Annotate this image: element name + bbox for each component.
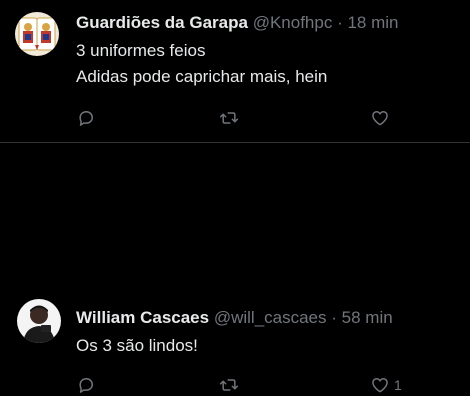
display-name[interactable]: Guardiões da Garapa bbox=[76, 13, 248, 32]
tweet[interactable]: William Cascaes @will_cascaes · 58 min O… bbox=[0, 143, 470, 393]
reply-button[interactable] bbox=[76, 107, 96, 129]
timestamp[interactable]: 18 min bbox=[347, 13, 398, 32]
tweet-text-line: 3 uniformes feios bbox=[76, 41, 206, 60]
tweet-text: Os 3 são lindos! bbox=[76, 333, 460, 359]
reply-button[interactable] bbox=[76, 374, 96, 396]
avatar[interactable] bbox=[17, 299, 61, 343]
reply-icon bbox=[79, 111, 93, 126]
user-handle[interactable]: @will_cascaes bbox=[214, 308, 327, 327]
retweet-button[interactable] bbox=[219, 107, 239, 129]
separator-dot: · bbox=[337, 13, 343, 32]
like-button[interactable]: 1 bbox=[370, 374, 402, 396]
tweet-actions bbox=[76, 107, 470, 129]
like-count: 1 bbox=[394, 377, 402, 393]
reply-icon bbox=[79, 378, 93, 393]
tweet[interactable]: Guardiões da Garapa @Knofhpc · 18 min 3 … bbox=[0, 0, 470, 143]
tweet-text-line: Adidas pode caprichar mais, hein bbox=[76, 67, 328, 86]
heart-icon bbox=[372, 111, 388, 126]
user-handle[interactable]: @Knofhpc bbox=[253, 13, 333, 32]
display-name[interactable]: William Cascaes bbox=[76, 308, 209, 327]
separator-dot: · bbox=[331, 308, 337, 327]
tweet-content: Guardiões da Garapa @Knofhpc · 18 min 3 … bbox=[76, 12, 460, 90]
playing-card-avatar-icon bbox=[15, 12, 59, 56]
tweet-text: 3 uniformes feios Adidas pode caprichar … bbox=[76, 38, 460, 90]
tweet-actions: 1 bbox=[76, 374, 470, 396]
tweet-text-line: Os 3 são lindos! bbox=[76, 336, 198, 355]
heart-icon bbox=[372, 378, 388, 393]
tweet-header: Guardiões da Garapa @Knofhpc · 18 min bbox=[76, 12, 460, 34]
retweet-icon bbox=[219, 379, 239, 391]
timestamp[interactable]: 58 min bbox=[342, 308, 393, 327]
tweet-content: William Cascaes @will_cascaes · 58 min O… bbox=[76, 307, 460, 359]
avatar[interactable] bbox=[15, 12, 59, 56]
retweet-button[interactable] bbox=[219, 374, 239, 396]
like-button[interactable] bbox=[370, 107, 394, 129]
user-photo-avatar-icon bbox=[17, 299, 61, 343]
tweet-header: William Cascaes @will_cascaes · 58 min bbox=[76, 307, 460, 329]
retweet-icon bbox=[219, 112, 239, 124]
